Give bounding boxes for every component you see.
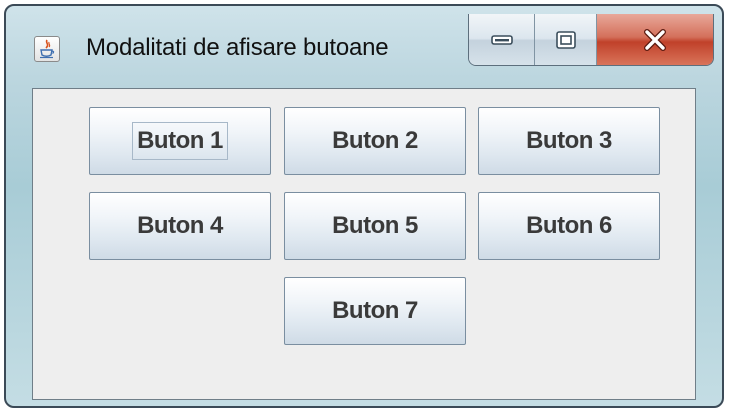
buton-6-button[interactable]: Buton 6 — [478, 192, 660, 260]
close-button[interactable] — [597, 14, 713, 65]
window-controls — [468, 14, 714, 66]
buton-5-button[interactable]: Buton 5 — [284, 192, 466, 260]
button-label: Buton 4 — [137, 212, 223, 239]
buton-7-button[interactable]: Buton 7 — [284, 277, 466, 345]
button-label: Buton 7 — [332, 297, 418, 324]
minimize-icon — [490, 34, 513, 45]
close-icon — [644, 28, 666, 51]
content-panel: Buton 1 Buton 2 Buton 3 Buton 4 Buton 5 … — [32, 88, 696, 400]
maximize-button[interactable] — [535, 14, 597, 65]
buton-2-button[interactable]: Buton 2 — [284, 107, 466, 175]
button-label: Buton 5 — [332, 212, 418, 239]
buton-1-button[interactable]: Buton 1 — [89, 107, 271, 175]
window-title: Modalitati de afisare butoane — [86, 34, 389, 61]
buton-3-button[interactable]: Buton 3 — [478, 107, 660, 175]
java-cup-icon[interactable] — [34, 36, 60, 62]
title-bar[interactable]: Modalitati de afisare butoane — [6, 6, 722, 86]
button-label: Buton 2 — [332, 127, 418, 154]
button-label: Buton 1 — [132, 122, 228, 160]
application-window: Modalitati de afisare butoane Buton 1 Bu… — [4, 4, 724, 408]
button-label: Buton 3 — [526, 127, 612, 154]
button-label: Buton 6 — [526, 212, 612, 239]
buton-4-button[interactable]: Buton 4 — [89, 192, 271, 260]
maximize-icon — [555, 30, 576, 49]
minimize-button[interactable] — [469, 14, 535, 65]
